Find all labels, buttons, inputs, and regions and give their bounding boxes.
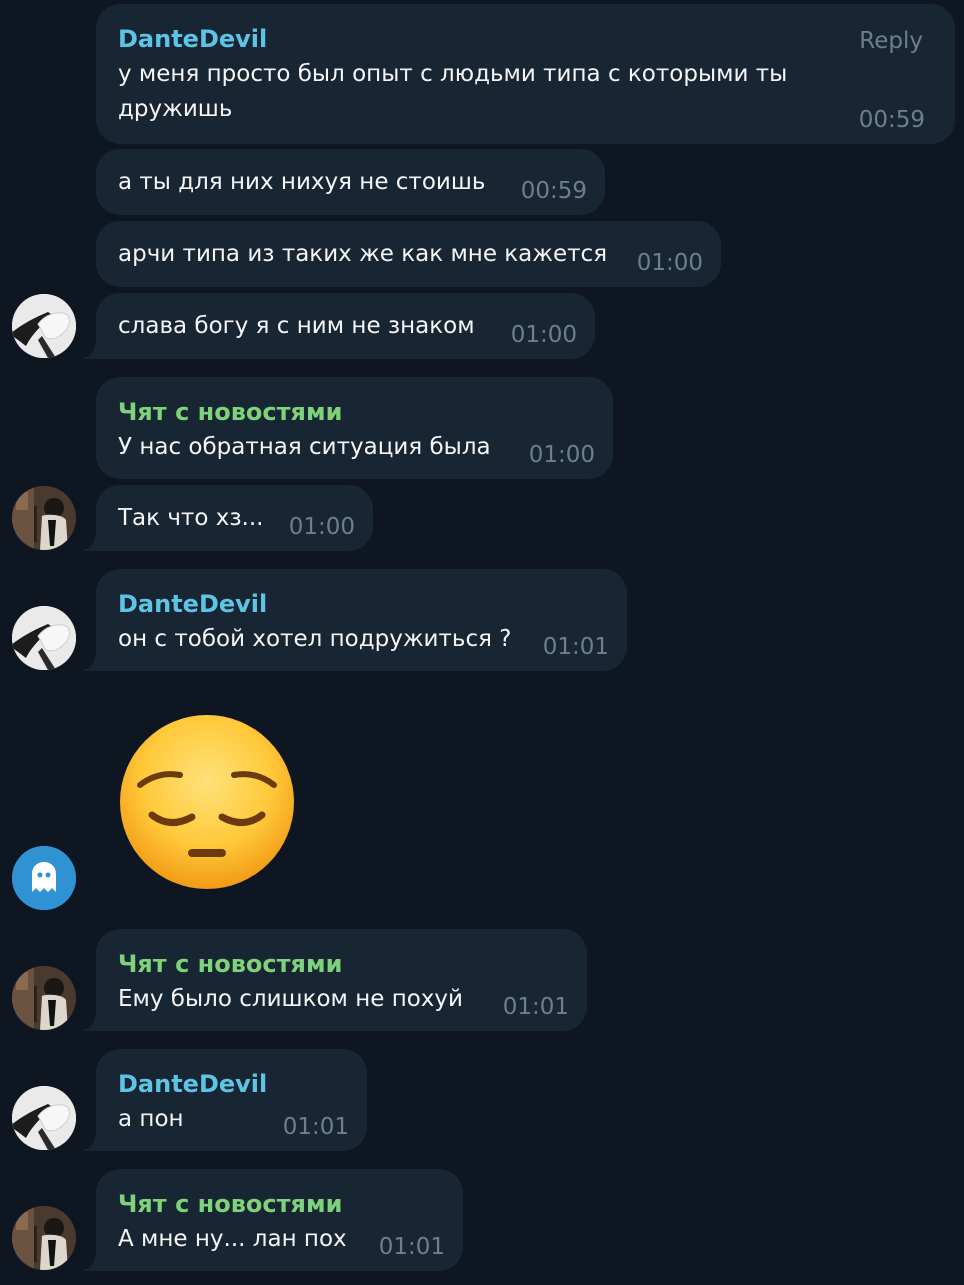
avatar-dantedevil-image [12,606,76,670]
message-text: у меня просто был опыт с людьми типа с к… [118,61,788,122]
message-bubble[interactable]: DanteDevil а пон 01:01 [96,1049,367,1151]
message-bubble[interactable]: а ты для них нихуя не стоишь 00:59 [96,149,605,215]
message-time: 01:00 [288,514,355,540]
message-bubble[interactable]: Чят с новостями У нас обратная ситуация … [96,377,613,479]
pensive-face-icon [120,715,294,889]
sender-name[interactable]: DanteDevil [118,24,933,54]
sender-name[interactable]: Чят с новостями [118,397,591,427]
pensive-face-emoji[interactable] [118,713,296,891]
message-text: У нас обратная ситуация была [118,434,491,460]
sender-name[interactable]: DanteDevil [118,1069,345,1099]
message-bubble[interactable]: Чят с новостями Ему было слишком не поху… [96,929,587,1031]
chat-history: DanteDevil у меня просто был опыт с людь… [0,0,964,1285]
avatar-dantedevil-image [12,1086,76,1150]
message-text: он с тобой хотел подружиться ? [118,626,512,652]
message-text: а ты для них нихуя не стоишь [118,169,486,195]
message-time: 01:01 [378,1234,445,1260]
message-bubble[interactable]: Чят с новостями А мне ну... лан пох 01:0… [96,1169,463,1271]
avatar-chyat[interactable] [12,966,76,1030]
message-text: Ему было слишком не похуй [118,986,463,1012]
reply-button[interactable]: Reply [859,26,923,56]
ghost-icon-image [12,846,76,910]
message-time: 01:01 [502,994,569,1020]
message-time: 00:59 [858,107,925,133]
message-bubble[interactable]: DanteDevil он с тобой хотел подружиться … [96,569,627,671]
sender-name[interactable]: Чят с новостями [118,949,565,979]
message-bubble[interactable]: слава богу я с ним не знаком 01:00 [96,293,595,359]
avatar-chyat[interactable] [12,1206,76,1270]
sender-name[interactable]: Чят с новостями [118,1189,441,1219]
message-time: 01:00 [528,442,595,468]
avatar-dantedevil[interactable] [12,1086,76,1150]
message-time: 00:59 [520,178,587,204]
message-bubble[interactable]: Так что хз... 01:00 [96,485,373,551]
avatar-chyat-image [12,966,76,1030]
ghost-icon[interactable] [12,846,76,910]
avatar-dantedevil[interactable] [12,606,76,670]
message-text: слава богу я с ним не знаком [118,313,475,339]
message-time: 01:00 [636,250,703,276]
avatar-dantedevil-image [12,294,76,358]
avatar-chyat-image [12,486,76,550]
message-time: 01:01 [282,1114,349,1140]
avatar-dantedevil[interactable] [12,294,76,358]
avatar-chyat-image [12,1206,76,1270]
sender-name[interactable]: DanteDevil [118,589,605,619]
avatar-chyat[interactable] [12,486,76,550]
message-bubble[interactable]: арчи типа из таких же как мне кажется 01… [96,221,721,287]
message-time: 01:00 [510,322,577,348]
message-text: арчи типа из таких же как мне кажется [118,241,608,267]
message-bubble[interactable]: DanteDevil у меня просто был опыт с людь… [96,4,955,144]
message-time: 01:01 [542,634,609,660]
